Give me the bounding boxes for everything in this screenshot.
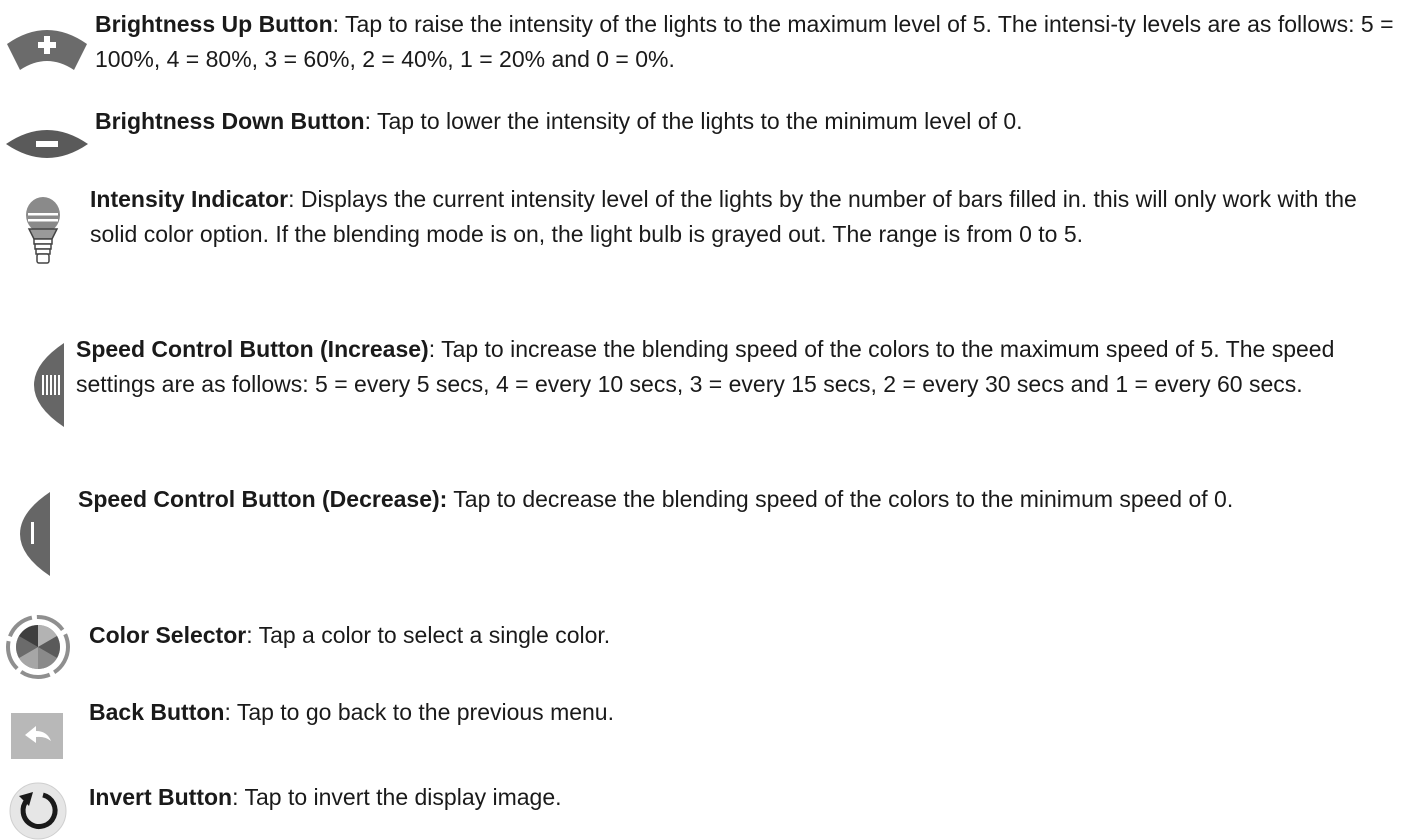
entry-back-button: Back Button: Tap to go back to the previ… [89,695,1389,730]
rotate-icon [9,782,67,840]
entry-speed-decrease: Speed Control Button (Decrease): Tap to … [78,482,1388,517]
speed-increase-icon [34,343,64,427]
speed-decrease-icon [20,492,50,576]
entry-title: Brightness Down Button [95,108,365,134]
brightness-down-icon [6,130,88,158]
entry-invert-button: Invert Button: Tap to invert the display… [89,780,1389,815]
entry-brightness-up: Brightness Up Button: Tap to raise the i… [95,7,1400,77]
color-wheel-icon [6,615,70,679]
entry-title: Speed Control Button (Decrease): [78,486,448,512]
entry-title: Back Button [89,699,225,725]
entry-title: Color Selector [89,622,247,648]
entry-text: : Tap a color to select a single color. [246,622,611,648]
entry-brightness-down: Brightness Down Button: Tap to lower the… [95,104,1400,139]
entry-color-selector: Color Selector: Tap a color to select a … [89,618,1389,653]
entry-title: Intensity Indicator [90,186,289,212]
light-bulb-icon [26,197,60,264]
entry-intensity-indicator: Intensity Indicator: Displays the curren… [90,182,1408,252]
entry-speed-increase: Speed Control Button (Increase): Tap to … [76,332,1406,402]
entry-title: Brightness Up Button [95,11,333,37]
brightness-up-icon [7,30,87,70]
entry-title: Invert Button [89,784,233,810]
entry-text: : Tap to go back to the previous menu. [224,699,614,725]
entry-text: : Tap to invert the display image. [232,784,562,810]
entry-text: : Tap to lower the intensity of the ligh… [364,108,1023,134]
back-arrow-icon [11,713,63,759]
entry-title: Speed Control Button (Increase) [76,336,429,362]
entry-text: Tap to decrease the blending speed of th… [447,486,1234,512]
